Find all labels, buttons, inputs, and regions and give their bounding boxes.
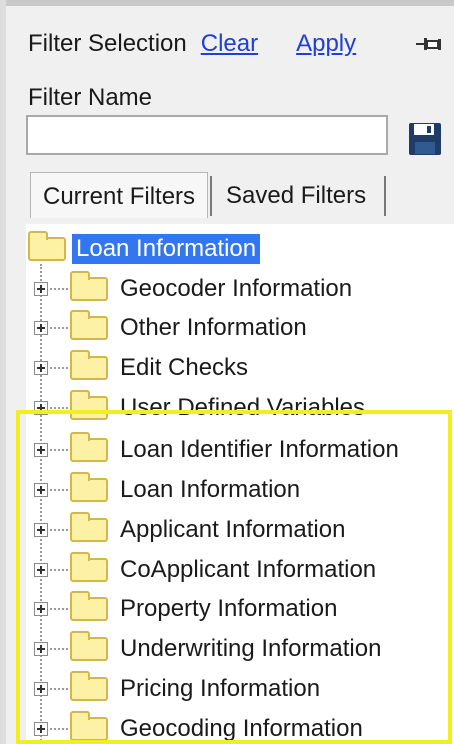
folder-icon — [70, 310, 108, 340]
tree-node-other-information[interactable]: Other Information — [34, 308, 307, 348]
apply-link[interactable]: Apply — [296, 30, 356, 58]
clear-link[interactable]: Clear — [201, 30, 258, 58]
folder-icon — [70, 711, 108, 741]
plus-expand-icon[interactable] — [34, 443, 48, 457]
tree-node-user-defined-variables[interactable]: User Defined Variables — [34, 388, 365, 428]
plus-expand-icon[interactable] — [34, 282, 48, 296]
folder-icon — [70, 432, 108, 462]
pin-icon[interactable] — [414, 30, 444, 58]
folder-icon — [70, 271, 108, 301]
folder-icon — [28, 231, 66, 261]
tree-connector — [50, 688, 68, 690]
tab-current-filters[interactable]: Current Filters — [30, 172, 209, 218]
tree-node-underwriting-information[interactable]: Underwriting Information — [34, 629, 381, 669]
plus-expand-icon[interactable] — [34, 563, 48, 577]
tree-node-label: Property Information — [120, 595, 338, 622]
tree-node-label: CoApplicant Information — [120, 556, 377, 583]
tree-connector — [50, 489, 68, 491]
plus-expand-icon[interactable] — [34, 642, 48, 656]
tree-connector — [50, 288, 68, 290]
top-border — [0, 0, 454, 6]
tree-node-label: Geocoding Information — [120, 715, 363, 742]
filter-panel: Filter Selection Clear Apply Filter Name… — [0, 0, 454, 744]
tree-node-pricing-information[interactable]: Pricing Information — [34, 669, 320, 709]
tree-node-label: User Defined Variables — [120, 394, 366, 421]
filter-selection-title: Filter Selection — [28, 30, 187, 57]
save-disk-icon[interactable] — [408, 122, 442, 156]
tree-node-label: Applicant Information — [120, 516, 346, 543]
tree-node-geocoding-information[interactable]: Geocoding Information — [34, 709, 363, 744]
tree-connector — [50, 327, 68, 329]
folder-icon — [70, 631, 108, 661]
tree-root-node[interactable]: Loan Information — [26, 229, 261, 269]
tree-connector — [50, 529, 68, 531]
folder-icon — [70, 390, 108, 420]
tree-node-label: Pricing Information — [120, 675, 321, 702]
tree-node-label: Loan Identifier Information — [120, 436, 399, 463]
plus-expand-icon[interactable] — [34, 401, 48, 415]
folder-icon — [70, 512, 108, 542]
tree-connector — [50, 608, 68, 610]
tree-node-property-information[interactable]: Property Information — [34, 589, 337, 629]
tree-connector — [50, 648, 68, 650]
tree-root-label: Loan Information — [72, 234, 261, 264]
tree-connector — [50, 407, 68, 409]
plus-expand-icon[interactable] — [34, 321, 48, 335]
plus-expand-icon[interactable] — [34, 361, 48, 375]
tab-separator — [384, 176, 387, 216]
tree-connector — [50, 569, 68, 571]
tree-node-label: Other Information — [120, 314, 307, 341]
tree-node-applicant-information[interactable]: Applicant Information — [34, 510, 345, 550]
folder-icon — [70, 671, 108, 701]
tree-connector — [50, 449, 68, 451]
filter-selection-header: Filter Selection Clear Apply — [28, 28, 356, 60]
tree-node-geocoder-information[interactable]: Geocoder Information — [34, 269, 352, 309]
tree-node-loan-information[interactable]: Loan Information — [34, 470, 300, 510]
tree-connector — [50, 728, 68, 730]
folder-icon — [70, 591, 108, 621]
filter-tabs: Current Filters Saved Filters — [30, 172, 387, 218]
tree-connector — [50, 367, 68, 369]
filter-name-input[interactable] — [26, 115, 388, 155]
tree-node-label: Underwriting Information — [120, 635, 382, 662]
plus-expand-icon[interactable] — [34, 602, 48, 616]
filter-name-label: Filter Name — [28, 84, 153, 111]
tab-separator — [210, 176, 213, 216]
folder-icon — [70, 350, 108, 380]
plus-expand-icon[interactable] — [34, 483, 48, 497]
tab-saved-filters[interactable]: Saved Filters — [214, 174, 378, 218]
left-border — [0, 0, 6, 744]
tree-node-label: Edit Checks — [120, 354, 249, 381]
plus-expand-icon[interactable] — [34, 523, 48, 537]
plus-expand-icon[interactable] — [34, 722, 48, 736]
tree-node-loan-identifier-information[interactable]: Loan Identifier Information — [34, 430, 399, 470]
folder-icon — [70, 472, 108, 502]
folder-icon — [70, 552, 108, 582]
plus-expand-icon[interactable] — [34, 682, 48, 696]
filter-tree[interactable]: Loan Information Geocoder Information Ot… — [26, 224, 454, 744]
tree-node-edit-checks[interactable]: Edit Checks — [34, 348, 248, 388]
tree-node-label: Loan Information — [120, 476, 301, 503]
tree-node-coapplicant-information[interactable]: CoApplicant Information — [34, 550, 376, 590]
tree-node-label: Geocoder Information — [120, 275, 353, 302]
